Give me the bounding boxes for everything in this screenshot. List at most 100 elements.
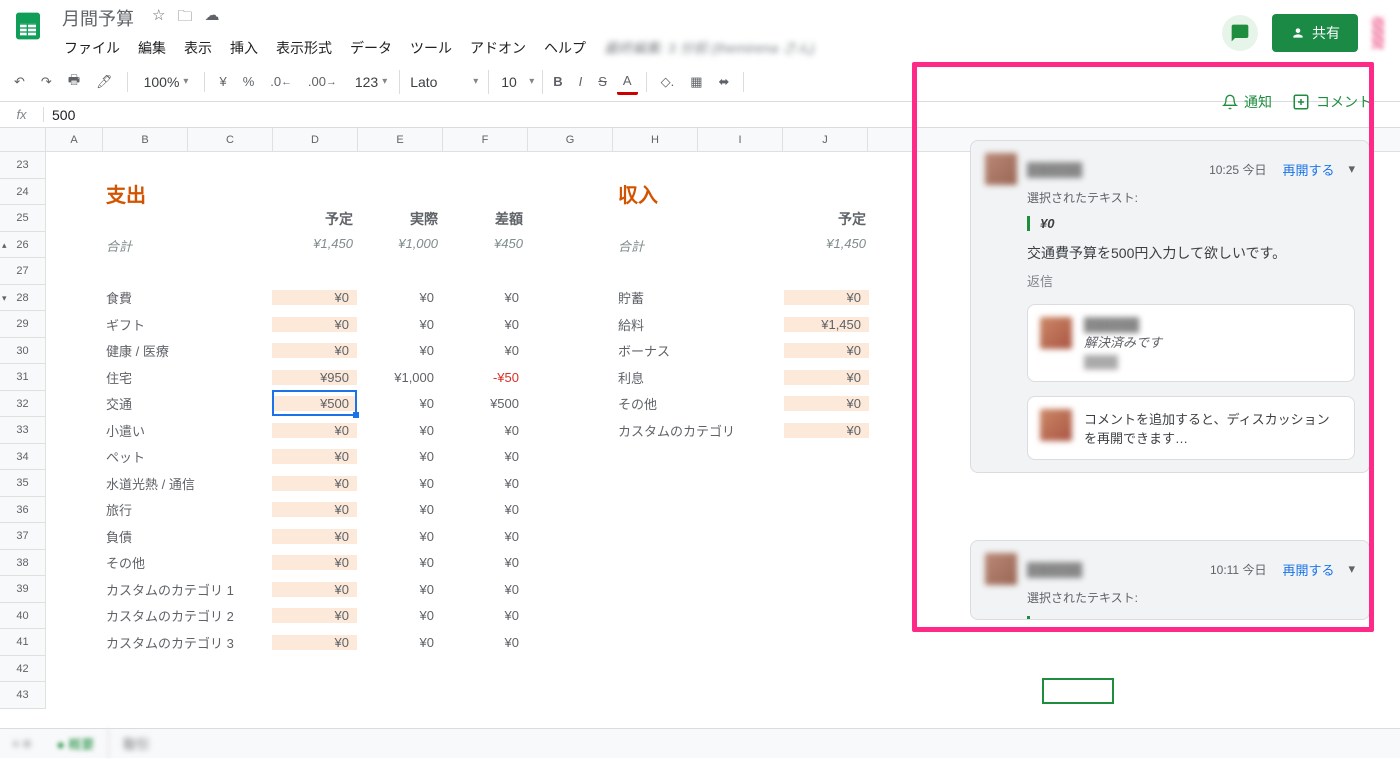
- cell[interactable]: ¥0: [357, 555, 442, 570]
- reply-link[interactable]: 返信: [1027, 271, 1355, 290]
- comment-card[interactable]: ██████ 10:11 今日 再開する ▾ 選択されたテキスト: ¥0: [970, 540, 1370, 620]
- column-header[interactable]: J: [783, 128, 868, 151]
- cell[interactable]: ¥0: [784, 396, 869, 411]
- sheet-nav[interactable]: + ≡: [0, 736, 43, 751]
- formula-input[interactable]: 500: [44, 107, 1400, 123]
- cell[interactable]: ¥0: [784, 370, 869, 385]
- row-header[interactable]: 29: [0, 311, 45, 338]
- percent-button[interactable]: %: [237, 70, 261, 93]
- menu-edit[interactable]: 編集: [130, 34, 174, 62]
- row-header[interactable]: 33: [0, 417, 45, 444]
- bold-icon[interactable]: B: [547, 70, 568, 93]
- column-header[interactable]: F: [443, 128, 528, 151]
- cell[interactable]: ¥0: [442, 555, 527, 570]
- menu-addons[interactable]: アドオン: [462, 34, 534, 62]
- sheet-tab-active[interactable]: ● 概要: [43, 728, 109, 759]
- column-header[interactable]: G: [528, 128, 613, 151]
- row-header[interactable]: 43: [0, 682, 45, 709]
- document-title[interactable]: 月間予算: [56, 4, 140, 32]
- merge-cells-icon[interactable]: ⬌: [712, 70, 735, 94]
- cell[interactable]: ¥0: [272, 290, 357, 305]
- cell[interactable]: ¥0: [442, 317, 527, 332]
- row-header[interactable]: 36: [0, 497, 45, 524]
- row-header[interactable]: 40: [0, 603, 45, 630]
- column-header[interactable]: H: [613, 128, 698, 151]
- cell[interactable]: ¥1,000: [357, 370, 442, 385]
- cell[interactable]: ¥0: [357, 476, 442, 491]
- move-icon[interactable]: 🗀: [177, 6, 192, 31]
- cell[interactable]: ¥0: [357, 529, 442, 544]
- paint-format-icon[interactable]: 🖊: [90, 70, 119, 94]
- cell[interactable]: ¥500: [442, 396, 527, 411]
- add-comment-button[interactable]: コメント: [1292, 92, 1372, 112]
- comment-reply-hint[interactable]: コメントを追加すると、ディスカッションを再開できます…: [1027, 396, 1355, 460]
- notifications-button[interactable]: 通知: [1222, 92, 1272, 112]
- font-size-dropdown[interactable]: 10▾: [493, 70, 543, 94]
- menu-help[interactable]: ヘルプ: [536, 34, 594, 62]
- more-icon[interactable]: ▾: [1348, 161, 1355, 177]
- font-family-dropdown[interactable]: Lato▾: [399, 70, 489, 94]
- cell[interactable]: ¥0: [272, 423, 357, 438]
- cell[interactable]: ¥0: [272, 502, 357, 517]
- column-header[interactable]: B: [103, 128, 188, 151]
- menu-format[interactable]: 表示形式: [268, 34, 340, 62]
- row-header[interactable]: 28▾: [0, 285, 45, 312]
- reopen-link[interactable]: 再開する: [1282, 160, 1334, 179]
- share-button[interactable]: 共有: [1272, 14, 1358, 52]
- redo-icon[interactable]: ↷: [35, 70, 58, 94]
- column-header[interactable]: A: [46, 128, 103, 151]
- cell[interactable]: ¥0: [357, 502, 442, 517]
- row-header[interactable]: 35: [0, 470, 45, 497]
- menu-insert[interactable]: 挿入: [222, 34, 266, 62]
- strikethrough-icon[interactable]: S: [592, 70, 613, 93]
- menu-tools[interactable]: ツール: [402, 34, 460, 62]
- undo-icon[interactable]: ↶: [8, 70, 31, 94]
- cell[interactable]: -¥50: [442, 370, 527, 385]
- reopen-link[interactable]: 再開する: [1282, 560, 1334, 579]
- increase-decimal-icon[interactable]: .00→: [302, 70, 343, 93]
- borders-icon[interactable]: ▦: [684, 70, 708, 94]
- cell[interactable]: ¥0: [357, 582, 442, 597]
- row-header[interactable]: 38: [0, 550, 45, 577]
- cell[interactable]: ¥0: [357, 423, 442, 438]
- cell[interactable]: ¥0: [442, 502, 527, 517]
- decrease-decimal-icon[interactable]: .0←: [264, 70, 298, 93]
- cell[interactable]: ¥0: [272, 476, 357, 491]
- cell[interactable]: ¥0: [442, 608, 527, 623]
- row-header[interactable]: 27: [0, 258, 45, 285]
- cell[interactable]: ¥0: [357, 608, 442, 623]
- row-header[interactable]: 31: [0, 364, 45, 391]
- cell[interactable]: ¥0: [272, 449, 357, 464]
- sheets-logo-icon[interactable]: [8, 6, 48, 46]
- row-header[interactable]: 34: [0, 444, 45, 471]
- account-avatar[interactable]: [1372, 17, 1384, 49]
- cell[interactable]: ¥0: [442, 529, 527, 544]
- cell[interactable]: ¥0: [442, 449, 527, 464]
- menu-file[interactable]: ファイル: [56, 34, 128, 62]
- italic-icon[interactable]: I: [573, 70, 589, 93]
- menu-data[interactable]: データ: [342, 34, 400, 62]
- row-header[interactable]: 32: [0, 391, 45, 418]
- last-edit-info[interactable]: 最終編集: 3 分前 (themirena さん): [596, 34, 823, 62]
- cell[interactable]: ¥0: [442, 635, 527, 650]
- print-icon[interactable]: 🖶: [62, 67, 86, 97]
- row-header[interactable]: 39: [0, 576, 45, 603]
- row-header[interactable]: 25: [0, 205, 45, 232]
- column-header[interactable]: D: [273, 128, 358, 151]
- currency-button[interactable]: ¥: [213, 70, 232, 93]
- star-icon[interactable]: ☆: [152, 6, 165, 31]
- cell[interactable]: ¥0: [272, 635, 357, 650]
- cell[interactable]: ¥950: [272, 370, 357, 385]
- comment-card[interactable]: ██████ 10:25 今日 再開する ▾ 選択されたテキスト: ¥0 交通費…: [970, 140, 1370, 473]
- cell[interactable]: ¥0: [357, 290, 442, 305]
- cell[interactable]: ¥0: [357, 317, 442, 332]
- row-header[interactable]: 42: [0, 656, 45, 683]
- column-header[interactable]: E: [358, 128, 443, 151]
- cell[interactable]: ¥0: [272, 608, 357, 623]
- row-header[interactable]: 24: [0, 179, 45, 206]
- fill-color-icon[interactable]: ◇.: [655, 70, 681, 94]
- more-formats-dropdown[interactable]: 123▾: [347, 70, 395, 94]
- row-header[interactable]: 26▴: [0, 232, 45, 259]
- cell[interactable]: ¥0: [784, 343, 869, 358]
- cell[interactable]: ¥0: [272, 582, 357, 597]
